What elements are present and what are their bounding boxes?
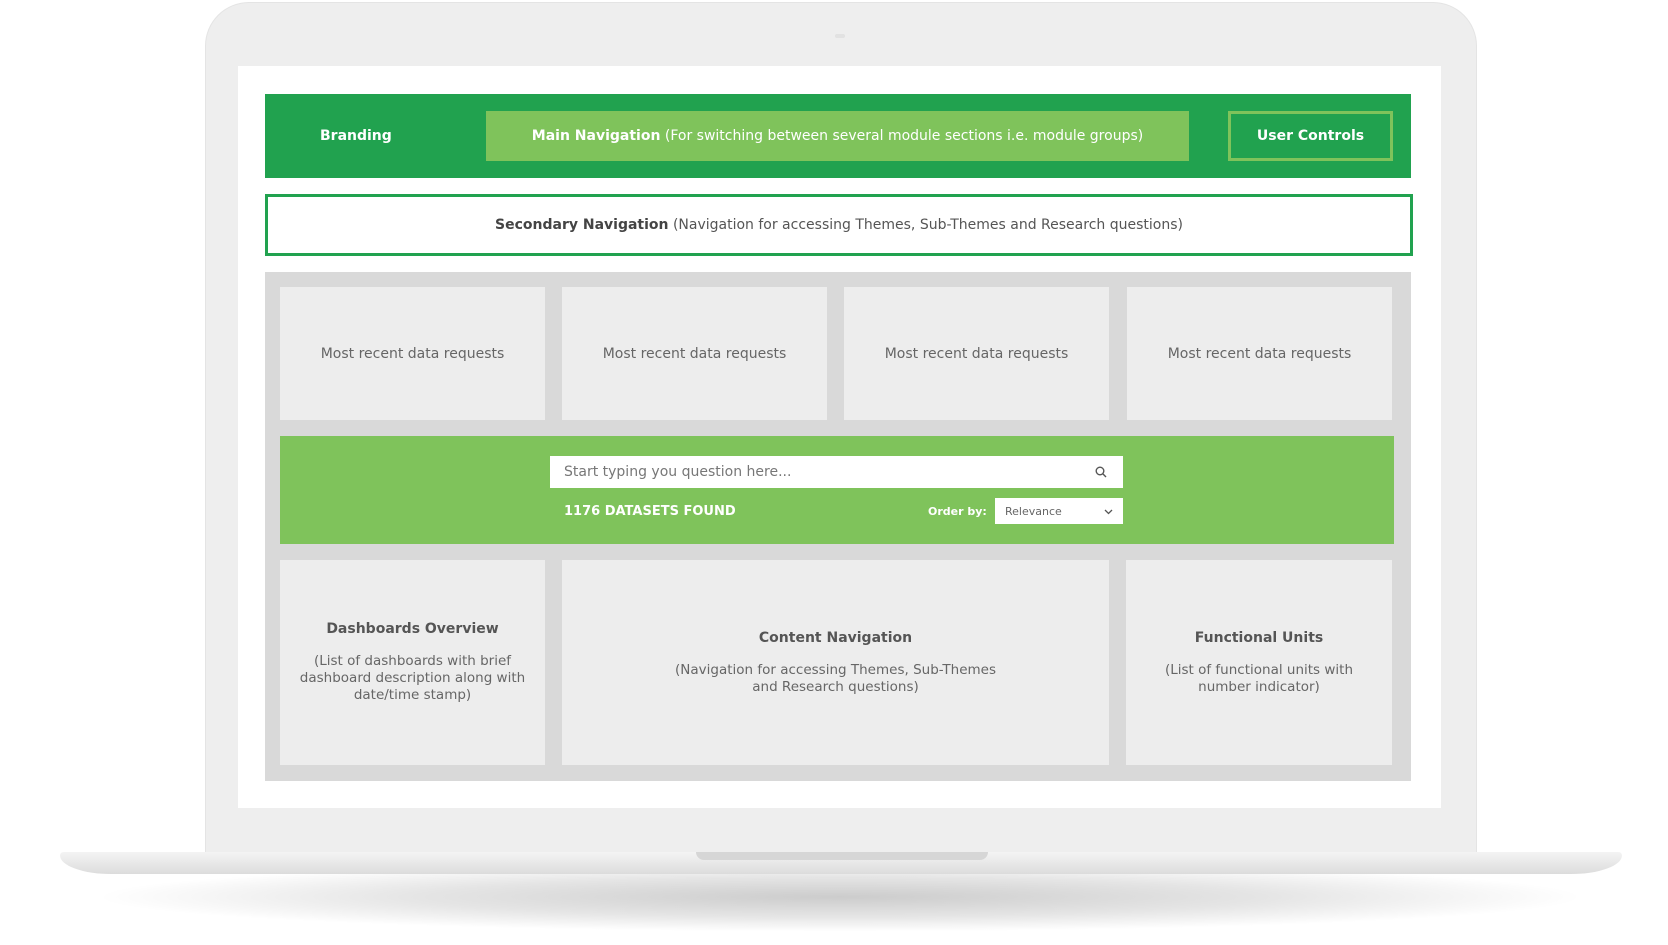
recent-request-card[interactable]: Most recent data requests — [1127, 287, 1392, 420]
recent-request-label: Most recent data requests — [1167, 345, 1352, 362]
chevron-down-icon — [1104, 505, 1113, 518]
search-input[interactable] — [550, 456, 1085, 488]
secondary-navigation-title: Secondary Navigation — [495, 217, 669, 233]
functional-units-card[interactable]: Functional Units (List of functional uni… — [1126, 560, 1392, 765]
recent-request-label: Most recent data requests — [884, 345, 1069, 362]
dashboards-overview-title: Dashboards Overview — [326, 621, 499, 637]
recent-request-card[interactable]: Most recent data requests — [844, 287, 1109, 420]
main-navigation-desc: (For switching between several module se… — [664, 128, 1144, 144]
recent-request-card[interactable]: Most recent data requests — [280, 287, 545, 420]
recent-request-label: Most recent data requests — [602, 345, 787, 362]
order-by-label: Order by: — [928, 505, 987, 518]
branding[interactable]: Branding — [320, 94, 392, 178]
content-navigation-desc: (Navigation for accessing Themes, Sub-Th… — [675, 661, 996, 695]
top-header: Branding Main Navigation (For switching … — [265, 94, 1411, 178]
search-box — [550, 456, 1123, 488]
search-band: 1176 DATASETS FOUND Order by: Relevance — [280, 436, 1394, 544]
main-navigation[interactable]: Main Navigation (For switching between s… — [486, 111, 1189, 161]
order-by-value: Relevance — [1005, 504, 1062, 518]
recent-request-label: Most recent data requests — [320, 345, 505, 362]
dashboards-overview-desc: (List of dashboards with brief dashboard… — [299, 653, 526, 703]
content-navigation-card[interactable]: Content Navigation (Navigation for acces… — [562, 560, 1109, 765]
laptop-screen: Branding Main Navigation (For switching … — [238, 66, 1441, 808]
secondary-navigation[interactable]: Secondary Navigation (Navigation for acc… — [265, 194, 1413, 256]
content-navigation-title: Content Navigation — [758, 629, 913, 646]
recent-request-card[interactable]: Most recent data requests — [562, 287, 827, 420]
functional-units-title: Functional Units — [1194, 629, 1324, 646]
secondary-navigation-desc: (Navigation for accessing Themes, Sub-Th… — [672, 217, 1183, 233]
functional-units-desc: (List of functional units with number in… — [1164, 661, 1354, 695]
main-navigation-title: Main Navigation — [531, 128, 661, 144]
laptop-notch — [696, 852, 988, 860]
dashboards-overview-card[interactable]: Dashboards Overview (List of dashboards … — [280, 560, 545, 765]
order-by-select[interactable]: Relevance — [995, 498, 1123, 524]
laptop-camera — [835, 34, 845, 38]
search-icon[interactable] — [1085, 456, 1117, 488]
user-controls-button[interactable]: User Controls — [1228, 111, 1393, 161]
main-panel: Most recent data requests Most recent da… — [265, 272, 1411, 781]
datasets-found-count: 1176 DATASETS FOUND — [564, 504, 736, 519]
